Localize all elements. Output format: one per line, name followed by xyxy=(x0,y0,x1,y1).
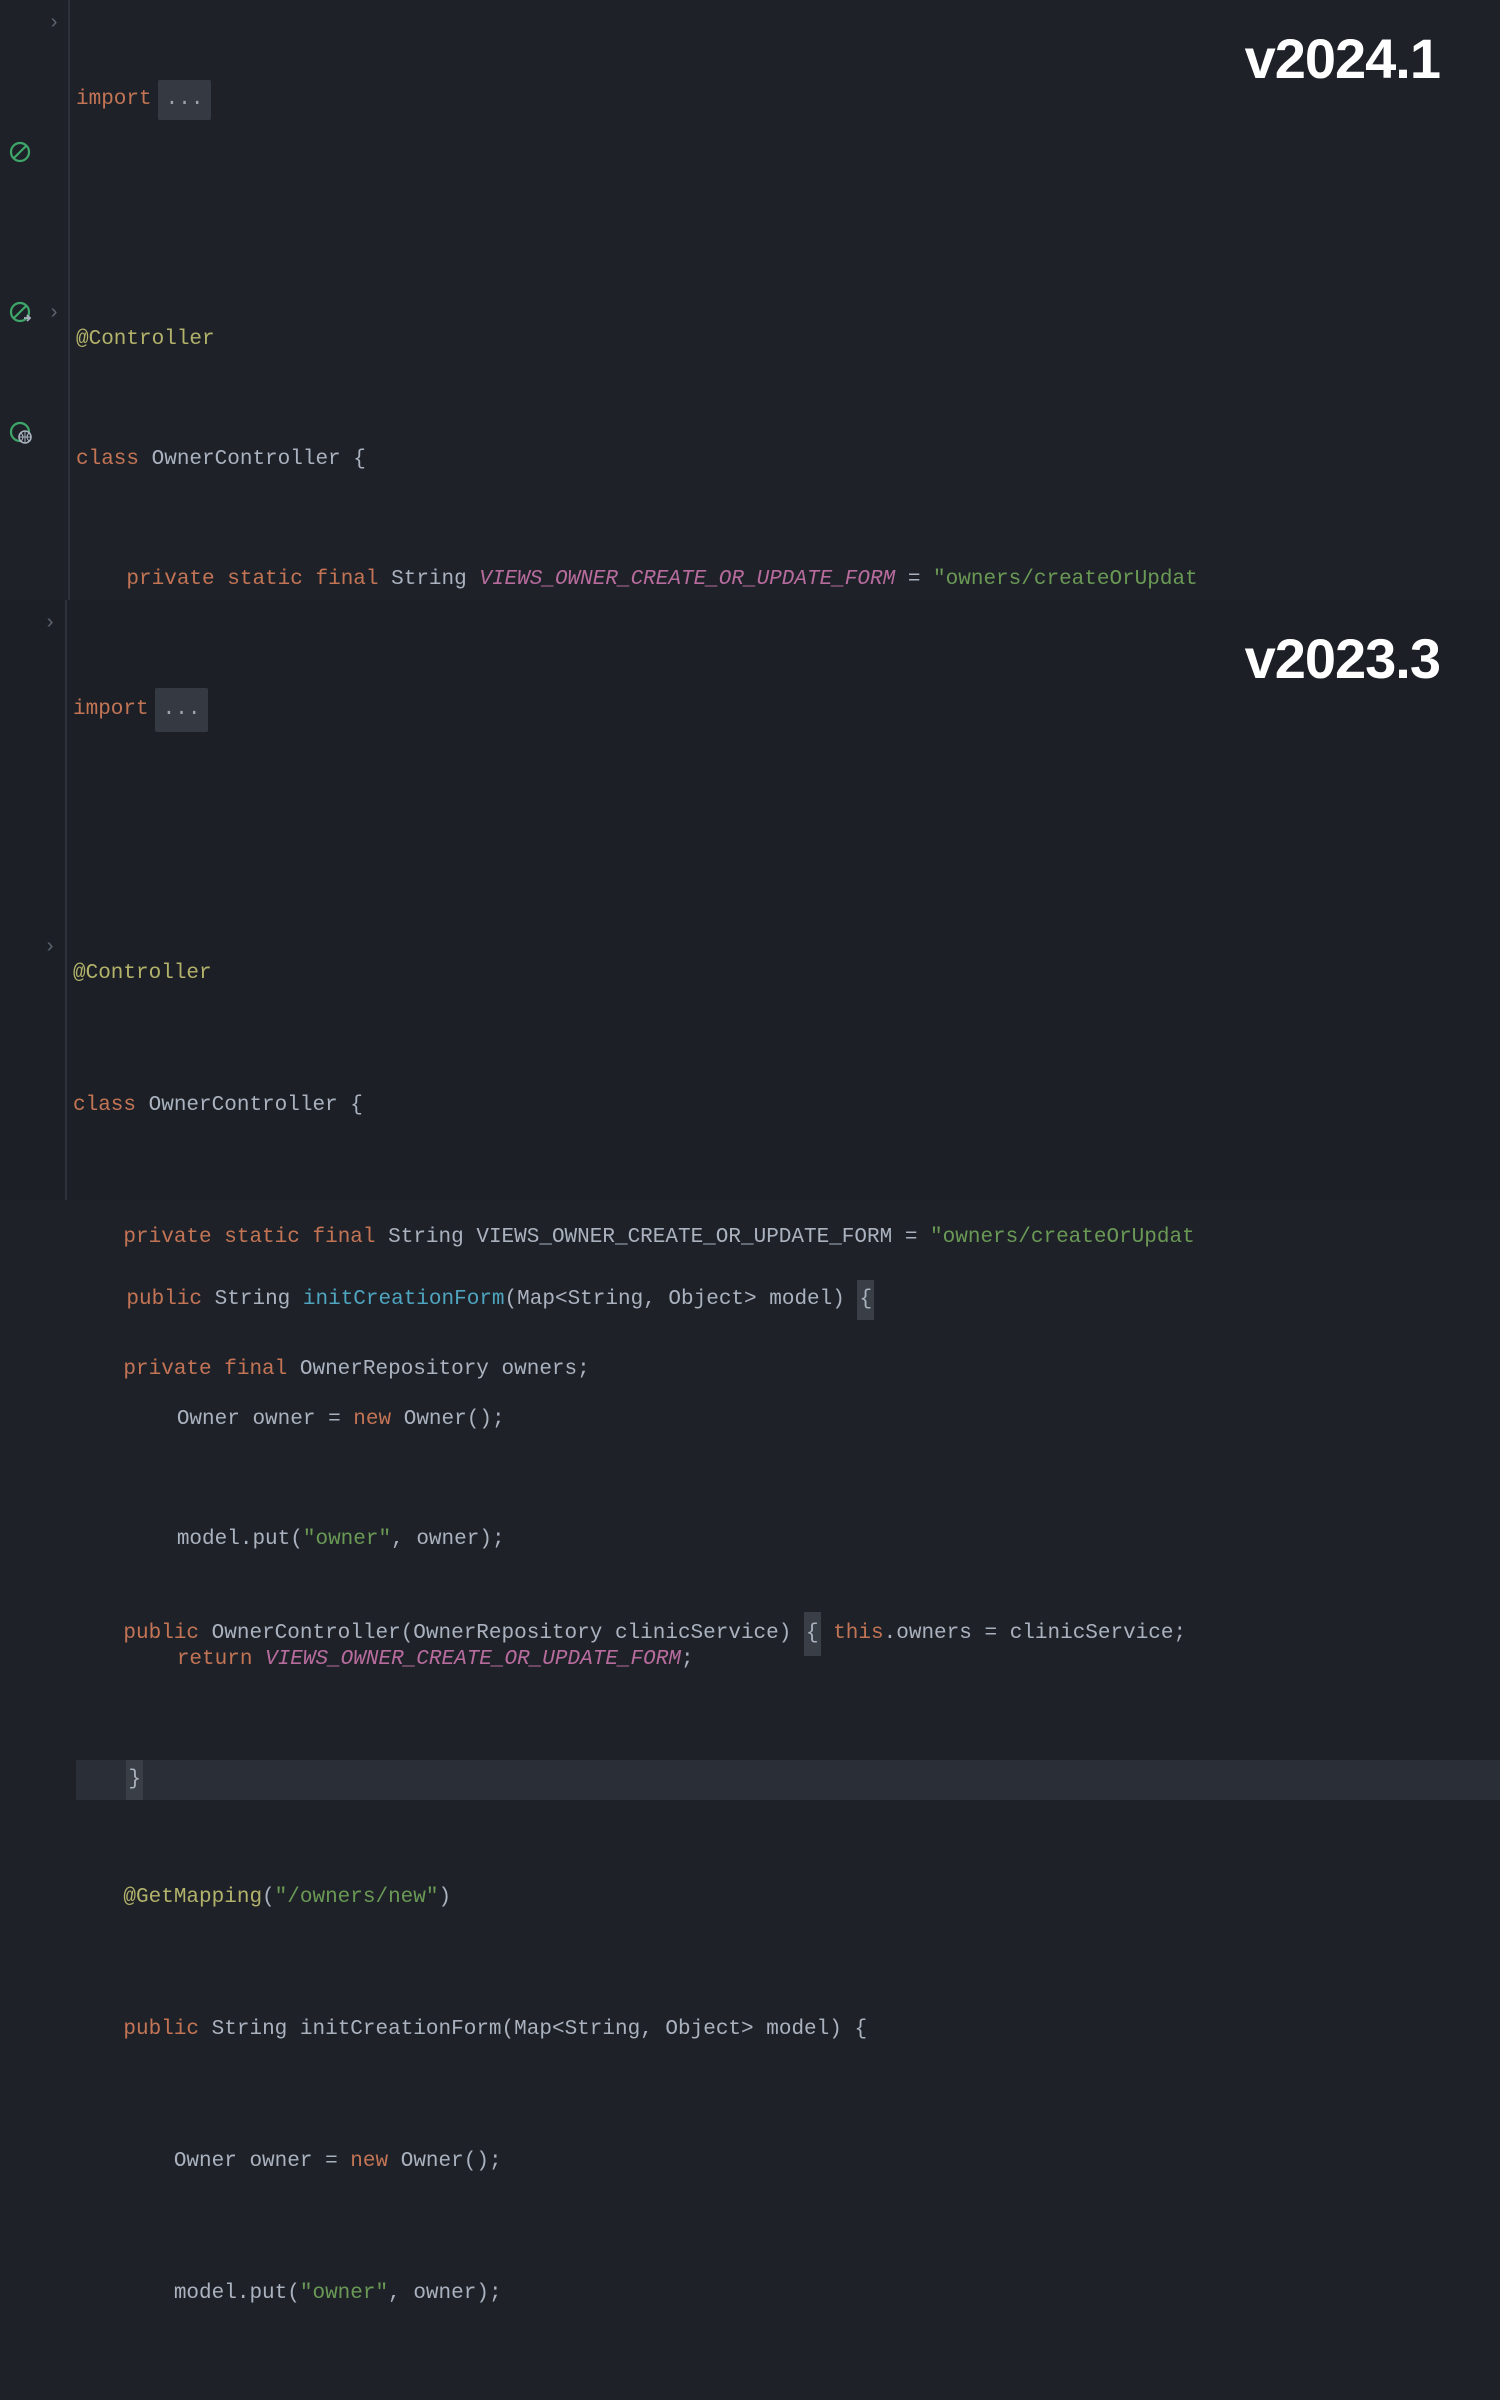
fold-arrow-icon[interactable]: › xyxy=(48,12,60,35)
code-line[interactable]: public String initCreationForm(Map<Strin… xyxy=(73,2008,1500,2052)
code-area-bottom[interactable]: import... @Controller class OwnerControl… xyxy=(73,600,1500,2400)
code-line[interactable] xyxy=(73,1480,1500,1524)
code-line[interactable]: public OwnerController(OwnerRepository c… xyxy=(73,1612,1500,1656)
blocked-icon[interactable] xyxy=(8,140,32,164)
editor-panel-top: v2024.1 › › import... @Controller class … xyxy=(0,0,1500,600)
code-line[interactable]: import... xyxy=(73,688,1500,732)
code-line[interactable]: private static final String VIEWS_OWNER_… xyxy=(76,560,1500,600)
folded-region[interactable]: ... xyxy=(155,688,209,732)
version-label-top: v2024.1 xyxy=(1245,26,1440,91)
fold-arrow-icon[interactable]: › xyxy=(44,936,56,959)
code-line[interactable]: model.put("owner", owner); xyxy=(73,2272,1500,2316)
gutter-bottom: › › xyxy=(0,600,72,1200)
web-icon[interactable] xyxy=(8,420,32,444)
fold-arrow-icon[interactable]: › xyxy=(44,612,56,635)
code-line[interactable]: @Controller xyxy=(76,320,1500,360)
matched-brace: { xyxy=(804,1612,821,1656)
editor-panel-bottom: v2023.3 › › import... @Controller class … xyxy=(0,600,1500,1200)
gutter-border xyxy=(65,600,67,1200)
code-line[interactable]: class OwnerController { xyxy=(73,1084,1500,1128)
code-line[interactable] xyxy=(73,820,1500,864)
version-label-bottom: v2023.3 xyxy=(1245,626,1440,691)
code-line[interactable] xyxy=(76,200,1500,240)
code-line[interactable]: class OwnerController { xyxy=(76,440,1500,480)
code-line[interactable]: Owner owner = new Owner(); xyxy=(73,2140,1500,2184)
folded-region[interactable]: ... xyxy=(158,80,212,120)
fold-arrow-icon[interactable]: › xyxy=(48,302,60,325)
blocked-arrow-icon[interactable] xyxy=(8,300,32,324)
gutter-top: › › xyxy=(0,0,72,600)
code-line[interactable]: private final OwnerRepository owners; xyxy=(73,1348,1500,1392)
code-line[interactable]: private static final String VIEWS_OWNER_… xyxy=(73,1216,1500,1260)
code-line[interactable]: @Controller xyxy=(73,952,1500,996)
code-line[interactable] xyxy=(73,1744,1500,1788)
gutter-border xyxy=(68,0,70,600)
code-line[interactable]: @GetMapping("/owners/new") xyxy=(73,1876,1500,1920)
